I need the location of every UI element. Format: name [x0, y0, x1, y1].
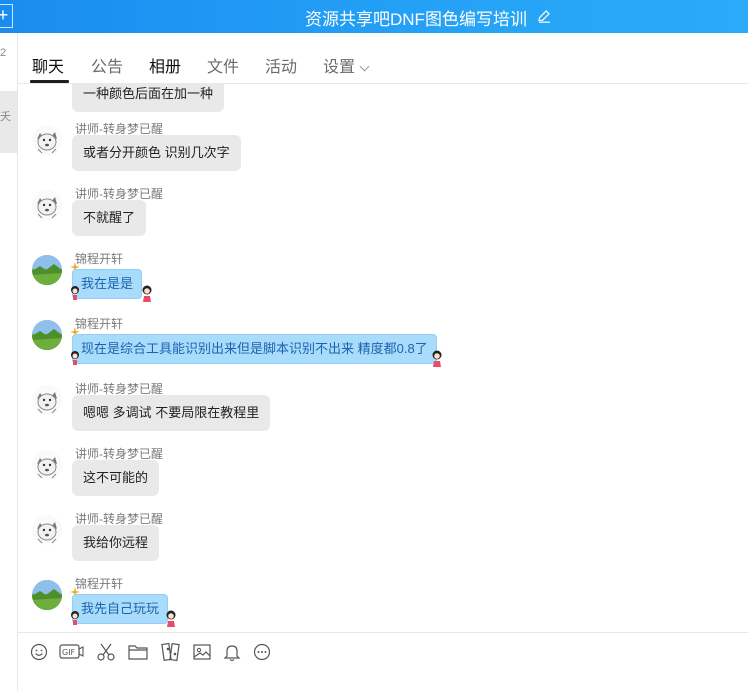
message-bubble[interactable]: 我先自己玩玩	[72, 594, 169, 624]
girl-sticker-left-icon	[71, 351, 79, 365]
sender-name: 锦程开轩	[75, 577, 124, 591]
sidebar-fragment: 夭	[0, 111, 11, 123]
gif-icon[interactable]: GIF	[58, 641, 84, 663]
left-sidebar: 2 夭	[0, 33, 18, 691]
message-bubble[interactable]: 不就醒了	[72, 200, 147, 236]
sender-name: 锦程开轩	[75, 317, 124, 331]
more-icon[interactable]	[251, 641, 273, 663]
message-bubble[interactable]: 我在是是	[72, 269, 143, 299]
dog-icon[interactable]	[32, 450, 62, 480]
sticker-icon[interactable]	[160, 641, 182, 663]
girl-sticker-right-icon	[166, 610, 176, 627]
girl-sticker-right-icon	[432, 350, 442, 367]
scissors-icon[interactable]	[95, 641, 117, 663]
dog-icon[interactable]	[32, 515, 62, 545]
message-bubble[interactable]: 这不可能的	[72, 460, 160, 496]
message-bubble[interactable]: 现在是综合工具能识别出来但是脚本识别不出来 精度都0.8了	[72, 334, 437, 364]
landscape-icon[interactable]	[32, 580, 62, 610]
dog-icon[interactable]	[32, 190, 62, 220]
sidebar-fragment: 2	[0, 47, 7, 59]
group-title: 资源共享吧DNF图色编写培训	[305, 10, 527, 29]
add-button[interactable]: +	[0, 4, 13, 28]
message-bubble[interactable]: 我给你远程	[72, 525, 160, 561]
tab-activities[interactable]: 活动	[265, 53, 297, 77]
title-bar: + 资源共享吧DNF图色编写培训	[0, 0, 748, 33]
girl-sticker-left-icon	[71, 286, 79, 300]
input-toolbar: GIF	[18, 632, 748, 692]
emoji-icon[interactable]	[28, 641, 50, 663]
tab-announcements[interactable]: 公告	[91, 53, 123, 77]
girl-sticker-left-icon	[71, 611, 79, 625]
message-bubble[interactable]: 嗯嗯 多调试 不要局限在教程里	[72, 395, 271, 431]
chat-area[interactable]: 一种颜色后面在加一种 讲师-转身梦已醒 或者分开颜色 识别几次字 讲师-转身梦已…	[18, 84, 748, 632]
tab-files[interactable]: 文件	[207, 53, 239, 77]
bell-icon[interactable]	[221, 641, 243, 663]
active-tab-indicator	[30, 80, 69, 83]
dog-icon[interactable]	[32, 125, 62, 155]
message-bubble[interactable]: 或者分开颜色 识别几次字	[72, 135, 241, 171]
tab-album[interactable]: 相册	[149, 53, 181, 77]
tab-settings[interactable]: 设置	[323, 53, 370, 77]
edit-icon[interactable]	[536, 8, 552, 24]
landscape-icon[interactable]	[32, 320, 62, 350]
tab-bar: 聊天 公告 相册 文件 活动 设置	[18, 33, 748, 84]
image-icon[interactable]	[191, 641, 213, 663]
gif-label: GIF	[62, 648, 76, 657]
girl-sticker-right-icon	[142, 285, 152, 302]
sender-name: 锦程开轩	[75, 252, 124, 266]
dog-icon[interactable]	[32, 385, 62, 415]
folder-icon[interactable]	[127, 641, 149, 663]
tab-settings-label: 设置	[323, 59, 356, 76]
message-bubble[interactable]: 一种颜色后面在加一种	[72, 84, 225, 112]
tab-chat[interactable]: 聊天	[32, 53, 64, 77]
chevron-down-icon	[359, 61, 370, 72]
landscape-icon[interactable]	[32, 255, 62, 285]
